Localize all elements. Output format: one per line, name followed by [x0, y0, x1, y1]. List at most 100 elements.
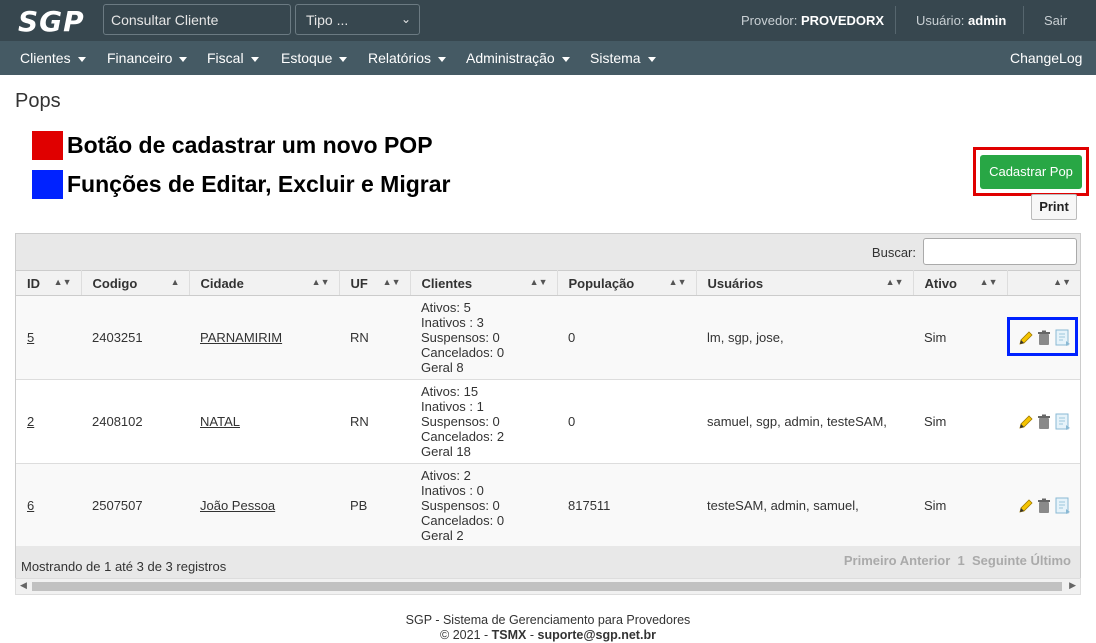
- cidade-link[interactable]: NATAL: [200, 414, 240, 429]
- ativo-cell: Sim: [913, 463, 1007, 548]
- main-menu: Clientes Financeiro Fiscal Estoque Relat…: [0, 41, 1096, 75]
- cidade-link[interactable]: PARNAMIRIM: [200, 330, 282, 345]
- delete-trash-icon[interactable]: [1036, 498, 1052, 514]
- usuarios-cell: lm, sgp, jose,: [696, 295, 913, 380]
- cadastrar-pop-button[interactable]: Cadastrar Pop: [980, 155, 1082, 189]
- legend-red-text: Botão de cadastrar um novo POP: [67, 132, 433, 158]
- clientes-geral: Geral 18: [421, 444, 471, 459]
- uf-cell: RN: [339, 379, 410, 464]
- clientes-inativos: Inativos : 1: [421, 399, 484, 414]
- menu-fiscal[interactable]: Fiscal: [207, 41, 259, 75]
- usuario-label: Usuário:: [916, 13, 965, 28]
- pop-id-link[interactable]: 6: [27, 498, 34, 513]
- clientes-ativos: Ativos: 15: [421, 384, 479, 399]
- tipo-select-value: Tipo ...: [306, 12, 349, 28]
- sort-icon: ▲▼: [668, 277, 687, 287]
- buscar-label: Buscar:: [871, 245, 916, 260]
- col-uf[interactable]: UF ▲▼: [339, 270, 411, 296]
- clientes-ativos: Ativos: 2: [421, 468, 471, 483]
- menu-label: Relatórios: [368, 50, 432, 66]
- col-usuarios[interactable]: Usuários ▲▼: [696, 270, 914, 296]
- scroll-left-icon[interactable]: ◀: [20, 580, 27, 591]
- footer-copyright: © 2021 -: [440, 628, 492, 642]
- col-clientes[interactable]: Clientes ▲▼: [410, 270, 558, 296]
- caret-down-icon: [438, 56, 447, 62]
- pop-id-link[interactable]: 5: [27, 330, 34, 345]
- footer-line1: SGP - Sistema de Gerenciamento para Prov…: [405, 613, 691, 627]
- menu-administracao[interactable]: Administração: [466, 41, 570, 75]
- consultar-cliente-input[interactable]: Consultar Cliente: [103, 4, 291, 35]
- col-label: Usuários: [707, 275, 764, 291]
- menu-relatorios[interactable]: Relatórios: [368, 41, 447, 75]
- clientes-cancelados: Cancelados: 0: [421, 345, 505, 360]
- ativo-cell: Sim: [913, 295, 1007, 380]
- clientes-suspensos: Suspensos: 0: [421, 498, 500, 513]
- chevron-down-icon: ⌄: [400, 12, 411, 26]
- usuario-info: Usuário: admin: [916, 0, 1006, 41]
- horizontal-scrollbar[interactable]: ◀ ▶: [15, 578, 1081, 595]
- sair-link[interactable]: Sair: [1044, 0, 1067, 41]
- edit-pencil-icon[interactable]: [1018, 498, 1034, 514]
- pagination-first[interactable]: Primeiro: [844, 553, 897, 568]
- menu-financeiro[interactable]: Financeiro: [107, 41, 188, 75]
- migrate-document-icon[interactable]: [1054, 497, 1072, 515]
- clientes-cell: Ativos: 15 Inativos : 1 Suspensos: 0 Can…: [410, 379, 557, 464]
- menu-estoque[interactable]: Estoque: [281, 41, 348, 75]
- caret-down-icon: [339, 56, 348, 62]
- delete-trash-icon[interactable]: [1036, 414, 1052, 430]
- col-ativo[interactable]: Ativo ▲▼: [913, 270, 1008, 296]
- col-id[interactable]: ID ▲▼: [16, 270, 82, 296]
- edit-pencil-icon[interactable]: [1018, 414, 1034, 430]
- pagination-prev[interactable]: Anterior: [900, 553, 951, 568]
- menu-label: Clientes: [20, 50, 71, 66]
- sort-icon: ▲▼: [311, 277, 330, 287]
- menu-clientes[interactable]: Clientes: [20, 41, 86, 75]
- pagination-last[interactable]: Último: [1031, 553, 1071, 568]
- tipo-select[interactable]: Tipo ... ⌄: [295, 4, 420, 35]
- sort-asc-icon: ▲: [170, 277, 180, 287]
- print-button[interactable]: Print: [1031, 194, 1077, 220]
- buscar-input[interactable]: [923, 238, 1077, 265]
- legend-blue-text: Funções de Editar, Excluir e Migrar: [67, 171, 451, 197]
- sort-icon: ▲▼: [382, 277, 401, 287]
- col-label: UF: [350, 275, 368, 291]
- pagination: Primeiro Anterior 1 Seguinte Último: [844, 553, 1071, 568]
- clientes-ativos: Ativos: 5: [421, 300, 471, 315]
- codigo-cell: 2408102: [81, 379, 189, 464]
- pagination-page[interactable]: 1: [958, 553, 965, 568]
- menu-sistema[interactable]: Sistema: [590, 41, 656, 75]
- usuarios-cell: samuel, sgp, admin, testeSAM,: [696, 379, 913, 464]
- changelog-link[interactable]: ChangeLog: [1010, 41, 1082, 75]
- codigo-cell: 2507507: [81, 463, 189, 548]
- sort-icon: ▲▼: [1053, 277, 1071, 287]
- caret-down-icon: [77, 56, 86, 62]
- clientes-geral: Geral 2: [421, 528, 464, 543]
- col-cidade[interactable]: Cidade ▲▼: [189, 270, 340, 296]
- menu-label: Fiscal: [207, 50, 244, 66]
- scrollbar-thumb[interactable]: [32, 582, 1062, 591]
- col-label: Ativo: [924, 275, 958, 291]
- col-codigo[interactable]: Codigo ▲: [81, 270, 190, 296]
- provedor-value: PROVEDORX: [801, 13, 885, 28]
- provedor-info: Provedor: PROVEDORX: [741, 0, 884, 41]
- clientes-suspensos: Suspensos: 0: [421, 414, 500, 429]
- divider: [1023, 6, 1024, 34]
- populacao-cell: 0: [557, 379, 696, 464]
- pagination-next[interactable]: Seguinte: [972, 553, 1027, 568]
- codigo-cell: 2403251: [81, 295, 189, 380]
- migrate-document-icon[interactable]: [1054, 413, 1072, 431]
- pop-id-link[interactable]: 2: [27, 414, 34, 429]
- usuarios-cell: testeSAM, admin, samuel,: [696, 463, 913, 548]
- clientes-suspensos: Suspensos: 0: [421, 330, 500, 345]
- scroll-right-icon[interactable]: ▶: [1069, 580, 1076, 591]
- col-populacao[interactable]: População ▲▼: [557, 270, 697, 296]
- sgp-logo[interactable]: SGP: [18, 5, 85, 38]
- sort-icon: ▲▼: [529, 277, 548, 287]
- col-actions[interactable]: ▲▼: [1007, 270, 1080, 296]
- clientes-geral: Geral 8: [421, 360, 464, 375]
- footer-email[interactable]: suporte@sgp.net.br: [538, 628, 656, 642]
- cidade-link[interactable]: João Pessoa: [200, 498, 275, 513]
- col-label: Cidade: [200, 275, 244, 291]
- divider: [895, 6, 896, 34]
- col-label: Codigo: [92, 275, 138, 291]
